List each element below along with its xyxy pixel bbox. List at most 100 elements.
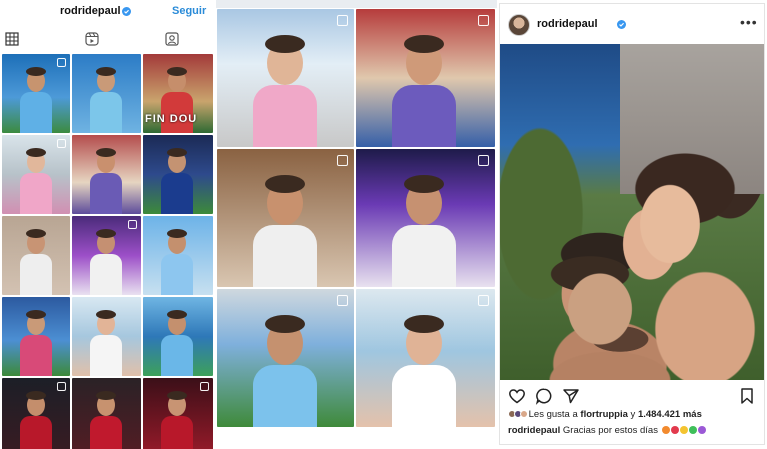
grid-icon[interactable] xyxy=(4,31,20,47)
thumbnail-figure-body xyxy=(161,254,193,295)
thumbnail-figure-hair xyxy=(96,310,116,319)
thumbnail-figure-hair xyxy=(26,229,46,238)
tagged-icon[interactable] xyxy=(164,31,180,47)
thumbnail-figure-body xyxy=(90,254,122,295)
grid-post-thumbnail[interactable] xyxy=(72,378,141,449)
caption-username[interactable]: rodridepaul xyxy=(508,425,560,436)
thumbnail-figure-body xyxy=(161,335,193,376)
thumbnail-figure-body xyxy=(90,335,122,376)
thumbnail-figure-body xyxy=(20,254,52,295)
thumbnail-figure-hair xyxy=(404,35,444,53)
post-panel: rodridepaul ••• Les gusta a flortruppia … xyxy=(499,3,765,445)
post-photo[interactable] xyxy=(500,44,764,380)
thumbnail-figure-hair xyxy=(265,35,305,53)
zoomed-post-grid xyxy=(217,9,495,437)
grid-post-thumbnail[interactable] xyxy=(143,135,213,214)
grid-post-thumbnail[interactable] xyxy=(2,216,70,295)
grid-post-thumbnail[interactable] xyxy=(217,9,354,147)
grid-post-thumbnail[interactable] xyxy=(143,378,213,449)
grid-post-thumbnail[interactable] xyxy=(72,135,141,214)
multi-photo-icon xyxy=(57,58,66,67)
likes-prefix: Les gusta a xyxy=(528,409,581,420)
grid-post-thumbnail[interactable]: FIN DOU xyxy=(143,54,213,133)
multi-photo-icon xyxy=(57,139,66,148)
post-caption: rodridepaul Gracias por estos días xyxy=(508,425,762,439)
thumbnail-figure-hair xyxy=(96,148,116,157)
thumbnail-figure-hair xyxy=(26,148,46,157)
caption-emoji-hearts xyxy=(661,425,706,436)
grid-post-thumbnail[interactable] xyxy=(217,289,354,427)
grid-post-thumbnail[interactable] xyxy=(2,378,70,449)
profile-tabs xyxy=(0,28,215,50)
thumbnail-figure-hair xyxy=(96,67,116,76)
grid-post-thumbnail[interactable] xyxy=(356,289,495,427)
grid-top-strip xyxy=(216,0,497,8)
thumbnail-figure-hair xyxy=(265,315,305,333)
thumbnail-figure-body xyxy=(20,416,52,449)
likes-count[interactable]: 1.484.421 xyxy=(638,409,680,420)
liker-avatars xyxy=(508,409,529,420)
grid-post-thumbnail[interactable] xyxy=(72,216,141,295)
follow-button[interactable]: Seguir xyxy=(172,5,206,17)
thumbnail-figure-hair xyxy=(167,310,187,319)
verified-badge-icon xyxy=(617,20,626,29)
zoomed-grid-panel xyxy=(216,0,497,449)
thumbnail-figure-body xyxy=(253,85,317,147)
share-icon[interactable] xyxy=(562,387,580,405)
multi-photo-icon xyxy=(128,220,137,229)
grid-post-thumbnail[interactable] xyxy=(356,9,495,147)
likes-user-link[interactable]: flortruppia xyxy=(580,409,628,420)
grid-post-thumbnail[interactable] xyxy=(2,297,70,376)
grid-post-thumbnail[interactable] xyxy=(72,54,141,133)
thumbnail-figure-body xyxy=(392,85,456,147)
like-heart-icon[interactable] xyxy=(508,387,526,405)
profile-header: rodridepaul Seguir xyxy=(0,0,215,24)
grid-post-thumbnail[interactable] xyxy=(143,297,213,376)
reels-icon[interactable] xyxy=(84,31,100,47)
thumbnail-figure-body xyxy=(161,173,193,214)
multi-photo-icon xyxy=(57,382,66,391)
save-bookmark-icon[interactable] xyxy=(738,387,756,405)
thumbnail-figure-body xyxy=(253,365,317,427)
thumbnail-figure-hair xyxy=(26,391,46,400)
thumbnail-figure-hair xyxy=(404,175,444,193)
thumbnail-figure-hair xyxy=(26,67,46,76)
heart-emoji-icon xyxy=(697,426,706,434)
thumbnail-figure-body xyxy=(20,335,52,376)
likes-mid: y xyxy=(627,409,638,420)
grid-post-thumbnail[interactable] xyxy=(143,216,213,295)
thumbnail-figure-body xyxy=(20,173,52,214)
verified-badge-icon xyxy=(122,7,131,16)
more-options-icon[interactable]: ••• xyxy=(740,14,758,30)
heart-emoji-icon xyxy=(670,426,679,434)
likes-suffix[interactable]: más xyxy=(680,409,702,420)
grid-post-thumbnail[interactable] xyxy=(2,54,70,133)
thumbnail-figure-body xyxy=(161,416,193,449)
grid-post-thumbnail[interactable] xyxy=(356,149,495,287)
heart-emoji-icon xyxy=(688,426,697,434)
thumbnail-figure-body xyxy=(90,92,122,133)
thumbnail-figure-hair xyxy=(96,391,116,400)
profile-panel: rodridepaul Seguir FIN DOU xyxy=(0,0,215,449)
heart-emoji-icon xyxy=(661,426,670,434)
post-header: rodridepaul ••• xyxy=(500,4,764,44)
post-username[interactable]: rodridepaul xyxy=(537,18,598,30)
multi-photo-icon xyxy=(478,295,489,306)
avatar[interactable] xyxy=(508,14,530,36)
thumbnail-figure-hair xyxy=(96,229,116,238)
thumbnail-banner-text: FIN DOU xyxy=(145,113,198,125)
grid-post-thumbnail[interactable] xyxy=(72,297,141,376)
thumbnail-figure-hair xyxy=(167,391,187,400)
comment-icon[interactable] xyxy=(535,387,553,405)
thumbnail-figure-hair xyxy=(167,67,187,76)
thumbnail-figure-body xyxy=(392,225,456,287)
caption-text: Gracias por estos días xyxy=(560,425,658,436)
grid-post-thumbnail[interactable] xyxy=(217,149,354,287)
profile-username[interactable]: rodridepaul xyxy=(60,5,121,17)
multi-photo-icon xyxy=(478,155,489,166)
grid-post-thumbnail[interactable] xyxy=(2,135,70,214)
thumbnail-figure-hair xyxy=(265,175,305,193)
post-actions xyxy=(500,384,764,408)
multi-photo-icon xyxy=(478,15,489,26)
liker-avatar[interactable] xyxy=(520,410,528,418)
